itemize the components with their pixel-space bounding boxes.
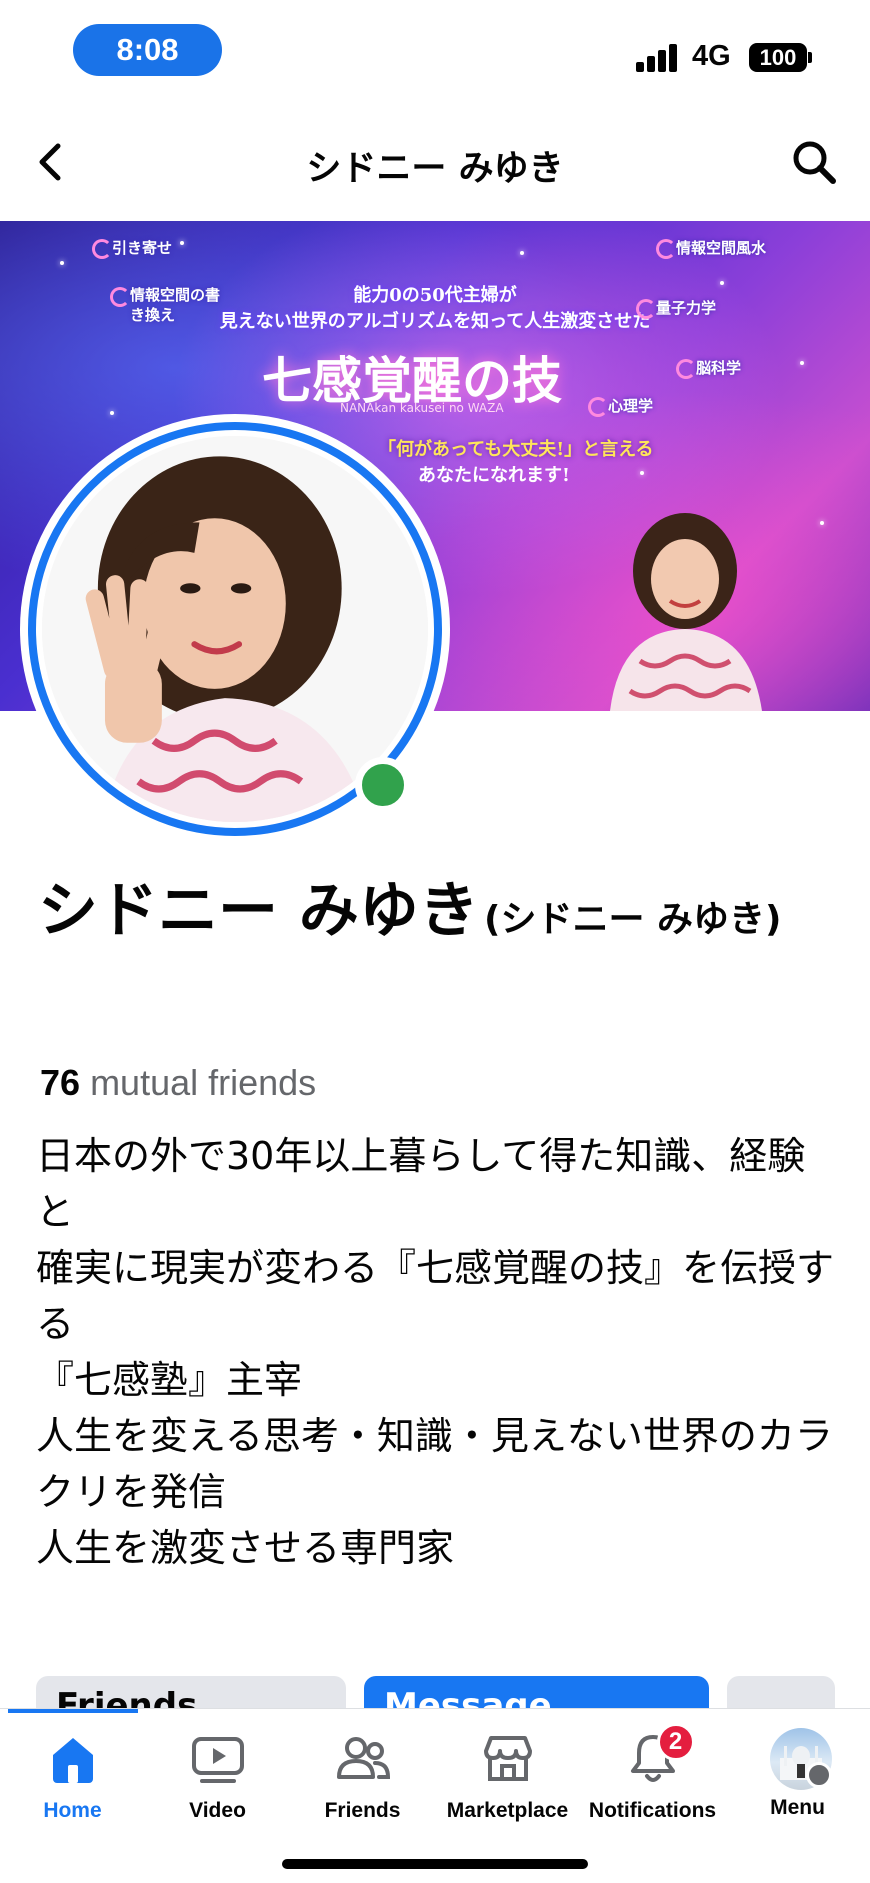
nav-home[interactable]: Home <box>0 1731 145 1823</box>
back-button[interactable] <box>30 140 74 184</box>
cover-badge: 心理学 <box>588 395 653 417</box>
status-time: 8:08 <box>73 24 222 76</box>
nav-friends[interactable]: Friends <box>290 1731 435 1823</box>
nav-label: Menu <box>770 1796 825 1819</box>
bio-line: 人生を変える思考・知識・見えない世界のカラクリを発信 <box>36 1414 833 1514</box>
nav-label: Marketplace <box>446 1799 569 1822</box>
mutual-friends-label: mutual friends <box>90 1062 317 1103</box>
message-button-label: Message <box>384 1686 552 1710</box>
more-options-button[interactable] <box>727 1676 835 1710</box>
video-icon <box>190 1731 246 1787</box>
network-type: 4G <box>692 40 731 72</box>
profile-actions: Friends Message <box>0 1676 870 1710</box>
header-title: シドニー みゆき <box>306 149 564 189</box>
cover-badge: 脳科学 <box>676 357 741 379</box>
marketplace-icon <box>480 1731 536 1787</box>
profile-bio: 日本の外で30年以上暮らして得た知識、経験と 確実に現実が変わる『七感覚醒の技』… <box>36 1128 836 1576</box>
nav-label: Notifications <box>588 1799 717 1822</box>
notification-badge: 2 <box>656 1723 695 1761</box>
avatar-icon <box>769 1728 832 1790</box>
bio-line: 日本の外で30年以上暮らして得た知識、経験と <box>36 1134 806 1234</box>
search-icon <box>793 141 836 184</box>
profile-display-name: シドニー みゆき <box>38 876 479 946</box>
nav-notifications[interactable]: 2 Notifications <box>580 1723 725 1823</box>
bio-line: 確実に現実が変わる『七感覚醒の技』を伝授する <box>36 1246 835 1346</box>
nav-label: Friends <box>324 1799 401 1822</box>
battery-tip <box>808 52 812 63</box>
nav-marketplace[interactable]: Marketplace <box>435 1731 580 1823</box>
bio-line: 人生を激変させる専門家 <box>36 1526 455 1570</box>
cover-badge: 情報空間風水 <box>656 237 766 259</box>
mutual-friends-count: 76 <box>40 1062 81 1103</box>
friends-button[interactable]: Friends <box>36 1676 346 1710</box>
nav-label: Video <box>189 1799 246 1822</box>
menu-hamburger-icon <box>805 1762 832 1788</box>
nav-label: Home <box>43 1799 102 1822</box>
cover-tagline: 「何があっても大丈夫!」と言える <box>378 439 654 460</box>
signal-icon <box>636 44 680 72</box>
mutual-friends[interactable]: 76 mutual friends <box>40 1062 316 1104</box>
home-icon <box>45 1731 101 1787</box>
home-indicator <box>282 1859 588 1869</box>
profile-name: シドニー みゆき (シドニー みゆき) <box>38 873 838 964</box>
cover-romaji: NANAkan kakusei no WAZA <box>340 401 504 415</box>
online-status-indicator <box>355 757 411 813</box>
profile-header: シドニー みゆき <box>0 100 870 220</box>
battery-icon: 100 <box>749 43 807 72</box>
cover-badge: 情報空間の書き換え <box>110 285 230 325</box>
chevron-left-icon <box>39 143 61 181</box>
bell-icon: 2 <box>625 1723 695 1787</box>
cover-badge: 量子力学 <box>636 297 716 319</box>
status-bar: 8:08 4G 100 <box>0 0 870 100</box>
friends-button-label: Friends <box>56 1686 198 1710</box>
cover-tagline-2: あなたになれます! <box>418 465 570 486</box>
message-button[interactable]: Message <box>364 1676 709 1710</box>
cover-person-image <box>610 513 762 711</box>
friends-icon <box>335 1731 391 1787</box>
search-button[interactable] <box>790 138 838 186</box>
profile-alternate-name: (シドニー みゆき) <box>483 899 782 940</box>
cover-badge: 引き寄せ <box>92 237 172 259</box>
bio-line: 『七感塾』主宰 <box>36 1358 303 1402</box>
bottom-navigation: Home Video Friends Marketplace 2 Notific… <box>0 1708 870 1883</box>
nav-menu[interactable]: Menu <box>725 1728 870 1820</box>
active-tab-indicator <box>8 1709 138 1713</box>
nav-video[interactable]: Video <box>145 1731 290 1823</box>
